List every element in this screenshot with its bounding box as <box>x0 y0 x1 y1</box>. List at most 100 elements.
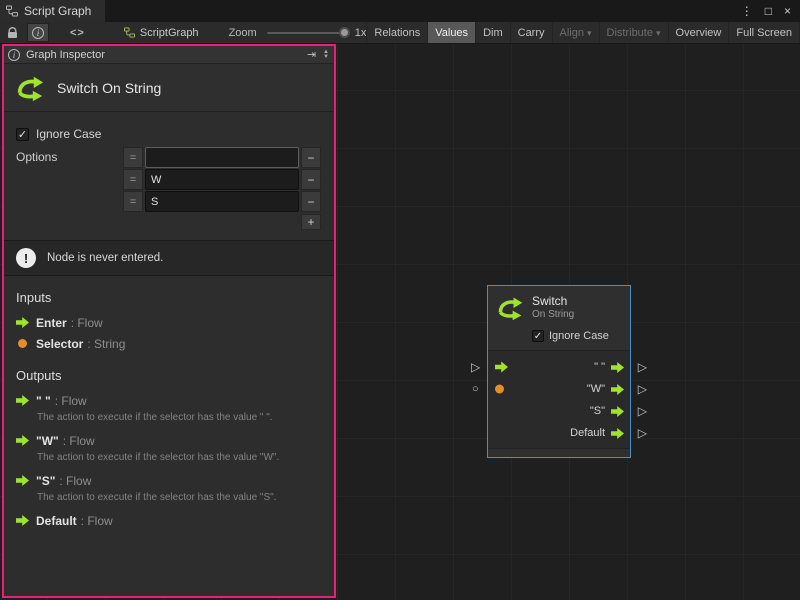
align-label: Align <box>560 27 584 39</box>
node-ignore-case-checkbox[interactable]: ✓ <box>532 330 544 342</box>
dim-button[interactable]: Dim <box>475 22 510 43</box>
ignore-case-row: ✓ Ignore Case <box>4 125 334 143</box>
lock-icon <box>7 27 18 39</box>
outgoing-connector-triangle-icon[interactable]: ▷ <box>638 361 647 373</box>
node-selector-port[interactable] <box>495 385 504 394</box>
fullscreen-button[interactable]: Full Screen <box>728 22 800 43</box>
options-row: Options = − = − = − + <box>4 147 334 230</box>
unit-title-block: Switch On String <box>4 64 334 112</box>
switch-icon <box>15 73 45 103</box>
lock-button[interactable] <box>2 22 23 43</box>
ignore-case-label: Ignore Case <box>36 127 101 141</box>
zoom-slider[interactable] <box>267 32 348 34</box>
script-graph-icon <box>124 27 135 38</box>
output-port-row: Default : Flow <box>4 510 334 531</box>
tab-script-graph[interactable]: Script Graph <box>0 0 105 22</box>
input-port-row: Enter : Flow <box>4 312 334 333</box>
option-input[interactable] <box>145 169 299 190</box>
code-preview-button[interactable]: <> <box>65 22 90 43</box>
outputs-heading: Outputs <box>4 354 334 390</box>
node-output-label: "S" <box>590 405 605 417</box>
option-input[interactable] <box>145 191 299 212</box>
node-output-port[interactable] <box>611 428 624 439</box>
graph-inspector-panel: i Graph Inspector ⇥ ▲ ▼ Switch On String… <box>2 44 336 598</box>
add-option-button[interactable]: + <box>301 214 321 230</box>
flow-port-icon <box>16 475 29 486</box>
distribute-dropdown[interactable]: Distribute ▾ <box>599 22 668 43</box>
option-row: = − <box>123 147 321 168</box>
flow-port-icon <box>16 317 29 328</box>
incoming-connector-triangle-icon[interactable]: ▷ <box>471 361 480 373</box>
node-output-port[interactable] <box>611 384 624 395</box>
value-port-icon <box>18 339 27 348</box>
graph-inspector-header: i Graph Inspector ⇥ ▲ ▼ <box>4 46 334 64</box>
spin-down-icon: ▼ <box>323 55 329 60</box>
node-port-row: " " <box>488 356 630 378</box>
node-ignore-case-row: ✓ Ignore Case <box>488 326 630 350</box>
node-ports: " " "W" "S" Default <box>488 350 630 448</box>
node-footer <box>488 448 630 457</box>
info-icon: i <box>8 49 20 61</box>
remove-option-button[interactable]: − <box>301 147 321 168</box>
graph-inspector-title: Graph Inspector <box>26 49 105 61</box>
port-name: Selector <box>36 337 83 351</box>
node-output-port[interactable] <box>611 406 624 417</box>
outgoing-connector-triangle-icon[interactable]: ▷ <box>638 383 647 395</box>
window-controls: ⋮ □ × <box>741 0 800 22</box>
incoming-connector-circle-icon[interactable]: ○ <box>472 383 479 395</box>
port-description: The action to execute if the selector ha… <box>4 411 334 430</box>
graph-breadcrumb-label: ScriptGraph <box>140 27 199 39</box>
drag-handle[interactable]: = <box>123 147 143 168</box>
port-type: : Flow <box>71 316 103 330</box>
warning-text: Node is never entered. <box>47 252 163 264</box>
option-input[interactable] <box>145 147 299 168</box>
inspector-toggle-button[interactable]: i <box>27 23 49 42</box>
check-icon: ✓ <box>534 331 542 342</box>
node-enter-port[interactable] <box>495 362 508 373</box>
tab-title: Script Graph <box>24 4 91 18</box>
code-icon: <> <box>70 27 85 39</box>
graph-breadcrumb[interactable]: ScriptGraph <box>124 22 199 43</box>
window-maximize-button[interactable]: □ <box>765 4 772 18</box>
node-output-port[interactable] <box>611 362 624 373</box>
zoom-label: Zoom <box>229 22 257 43</box>
ignore-case-checkbox[interactable]: ✓ <box>16 128 29 141</box>
titlebar: Script Graph ⋮ □ × <box>0 0 800 22</box>
port-type: : Flow <box>63 434 95 448</box>
remove-option-button[interactable]: − <box>301 191 321 212</box>
node-subtitle: On String <box>532 309 574 320</box>
port-name: "W" <box>36 434 59 448</box>
scroll-spinner[interactable]: ▲ ▼ <box>323 50 329 60</box>
drag-handle[interactable]: = <box>123 191 143 212</box>
values-button[interactable]: Values <box>427 22 475 43</box>
remove-option-button[interactable]: − <box>301 169 321 190</box>
warning-banner: ! Node is never entered. <box>4 240 334 276</box>
align-dropdown[interactable]: Align ▾ <box>552 22 599 43</box>
option-row: = − <box>123 191 321 212</box>
window-close-button[interactable]: × <box>784 4 791 18</box>
node-output-label: " " <box>594 361 605 373</box>
exclamation-glyph: ! <box>24 251 28 266</box>
window-menu-button[interactable]: ⋮ <box>741 4 753 18</box>
unit-title: Switch On String <box>57 80 161 96</box>
zoom-slider-knob[interactable] <box>339 27 350 38</box>
drag-handle[interactable]: = <box>123 169 143 190</box>
switch-on-string-node[interactable]: ▷ ○ ▷ ▷ ▷ ▷ Switch On String <box>487 285 631 458</box>
flow-port-icon <box>16 515 29 526</box>
outgoing-connector-triangle-icon[interactable]: ▷ <box>638 405 647 417</box>
overview-button[interactable]: Overview <box>668 22 729 43</box>
relations-button[interactable]: Relations <box>366 22 427 43</box>
carry-button[interactable]: Carry <box>510 22 552 43</box>
input-port-row: Selector : String <box>4 333 334 354</box>
option-row: = − <box>123 169 321 190</box>
node-title: Switch <box>532 294 574 308</box>
options-list: = − = − = − + <box>123 147 321 230</box>
node-output-label: Default <box>570 427 605 439</box>
chevron-down-icon: ▾ <box>587 28 592 39</box>
node-output-label: "W" <box>587 383 605 395</box>
inputs-heading: Inputs <box>4 276 334 312</box>
option-add-row: + <box>123 214 321 230</box>
dock-icon[interactable]: ⇥ <box>307 48 316 61</box>
flow-port-icon <box>16 435 29 446</box>
outgoing-connector-triangle-icon[interactable]: ▷ <box>638 427 647 439</box>
